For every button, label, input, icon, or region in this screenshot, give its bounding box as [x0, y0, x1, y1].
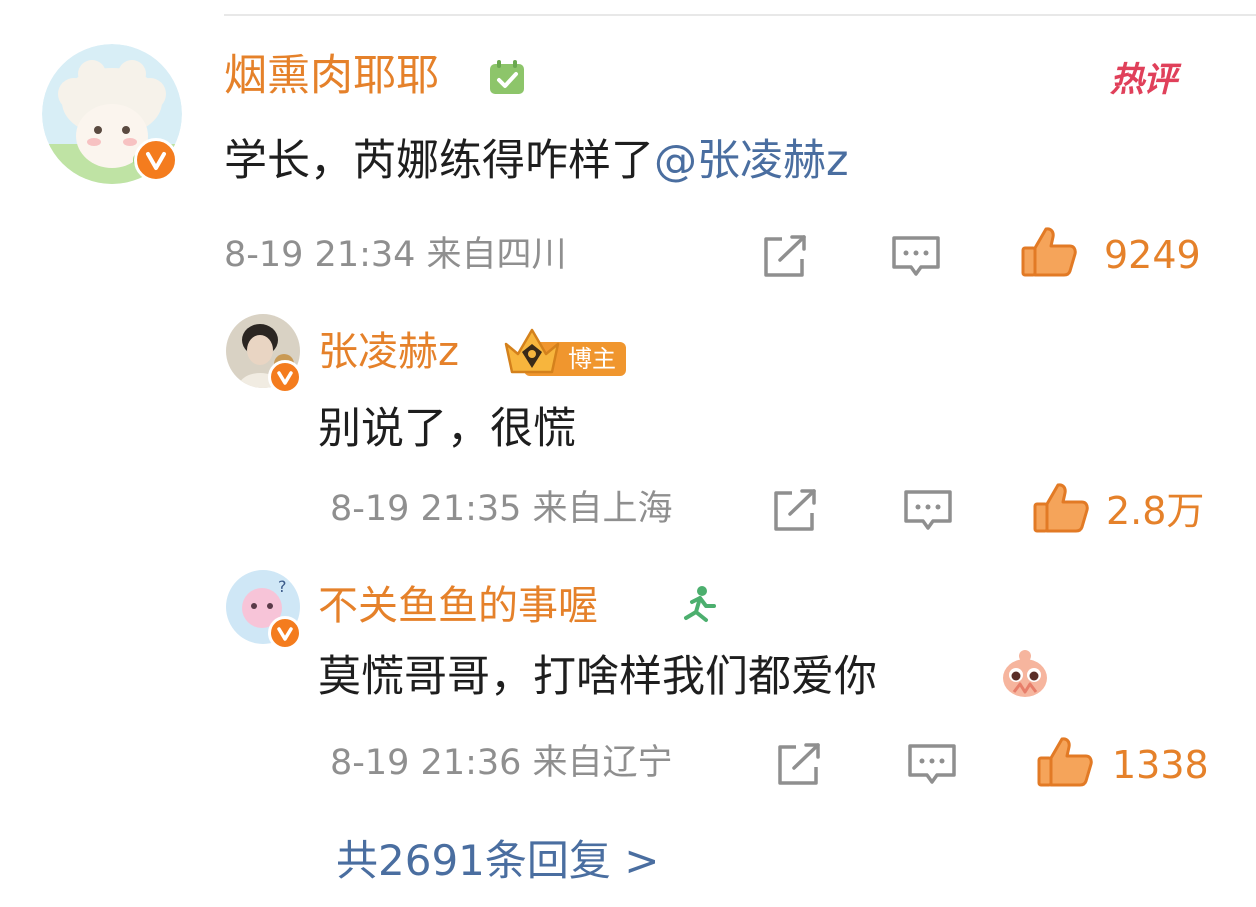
hot-comment-badge: 热评	[1110, 52, 1177, 101]
comment-icon[interactable]	[890, 234, 942, 280]
timestamp-location: 8-19 21:35 来自上海	[330, 489, 673, 529]
verified-badge-icon	[268, 616, 302, 650]
main-comment: 烟熏肉耶耶 热评 学长，芮娜练得咋样了@张凌赫z 8-19 21:34 来自四川	[0, 0, 1256, 300]
member-badge-icon	[488, 58, 526, 96]
reply-item: ? 不关鱼鱼的事喔 莫慌哥哥，打啥样我们都爱你 8-19 21:36 来自辽宁	[0, 566, 1256, 806]
share-icon[interactable]	[770, 488, 820, 534]
like-icon[interactable]	[1032, 482, 1090, 534]
like-count: 9249	[1104, 233, 1201, 277]
blogger-badge: 博主	[500, 324, 630, 380]
timestamp-location: 8-19 21:34 来自四川	[224, 235, 567, 275]
crown-icon	[500, 324, 564, 380]
svg-text:?: ?	[278, 577, 287, 596]
like-count: 2.8万	[1106, 489, 1205, 533]
like-count: 1338	[1112, 743, 1209, 787]
comment-text: 别说了，很慌	[318, 404, 576, 454]
mention-link[interactable]: @张凌赫z	[654, 136, 849, 186]
comment-text: 莫慌哥哥，打啥样我们都爱你	[318, 656, 877, 699]
comment-body: 学长，芮娜练得咋样了	[224, 136, 654, 186]
comment-icon[interactable]	[906, 742, 958, 788]
username[interactable]: 张凌赫z	[318, 332, 459, 372]
username[interactable]: 不关鱼鱼的事喔	[318, 586, 598, 626]
verified-badge-icon	[134, 138, 178, 182]
verified-badge-icon	[268, 360, 302, 394]
pleading-emoji-icon	[1000, 648, 1050, 700]
share-icon[interactable]	[760, 234, 810, 280]
like-icon[interactable]	[1036, 736, 1094, 788]
like-icon[interactable]	[1020, 226, 1078, 278]
running-member-icon	[678, 584, 718, 624]
username[interactable]: 烟熏肉耶耶	[224, 55, 439, 98]
hot-label: 热评	[1110, 60, 1177, 100]
view-more-replies-link[interactable]: 共2691条回复 >	[336, 840, 659, 882]
comment-text: 学长，芮娜练得咋样了@张凌赫z	[224, 140, 849, 183]
reply-item: 张凌赫z 博主 别说了，很慌 8-19 21:35 来自上海 2.8万	[0, 310, 1256, 550]
comment-icon[interactable]	[902, 488, 954, 534]
share-icon[interactable]	[774, 742, 824, 788]
timestamp-location: 8-19 21:36 来自辽宁	[330, 743, 673, 783]
comment-body: 莫慌哥哥，打啥样我们都爱你	[318, 652, 877, 702]
